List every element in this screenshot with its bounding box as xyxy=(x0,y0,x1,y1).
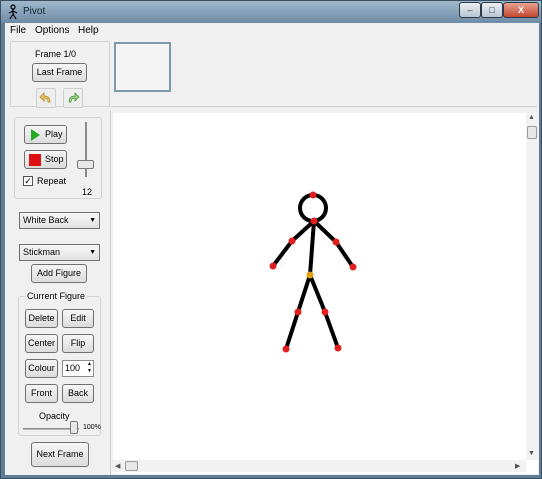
figure-head xyxy=(298,193,328,223)
current-figure-group: Current Figure Delete Edit Center Flip C… xyxy=(18,291,101,436)
frame-timeline xyxy=(111,41,537,107)
scroll-down-icon[interactable]: ▼ xyxy=(528,450,535,457)
figure-right-shin xyxy=(323,310,340,350)
add-figure-button[interactable]: Add Figure xyxy=(31,264,87,283)
drawing-canvas[interactable] xyxy=(113,113,511,439)
minimize-button[interactable]: – xyxy=(459,2,481,18)
menu-bar: File Options Help xyxy=(5,23,539,39)
figure-right-upper-arm xyxy=(312,219,338,244)
horizontal-scrollbar[interactable]: ◀ ▶ xyxy=(113,460,526,472)
joint-handle xyxy=(309,191,317,199)
next-frame-button[interactable]: Next Frame xyxy=(31,442,89,467)
delete-button[interactable]: Delete xyxy=(25,309,58,328)
canvas-area: ▲ ▼ ◀ ▶ xyxy=(113,113,538,474)
back-button[interactable]: Back xyxy=(62,384,94,403)
joint-handle xyxy=(310,217,318,225)
redo-arrow-icon xyxy=(68,92,80,103)
figure-type-select-value: Stickman xyxy=(23,247,61,257)
scroll-left-icon[interactable]: ◀ xyxy=(115,462,120,470)
stickman-figure[interactable] xyxy=(113,113,511,439)
size-value: 100 xyxy=(65,363,81,373)
figure-left-forearm xyxy=(271,239,294,268)
center-button[interactable]: Center xyxy=(25,334,58,353)
background-select-value: White Back xyxy=(23,215,69,225)
opacity-value: 100% xyxy=(83,424,101,431)
title-bar[interactable]: Pivot – □ X xyxy=(1,1,541,23)
play-icon xyxy=(31,129,40,141)
last-frame-button[interactable]: Last Frame xyxy=(32,63,87,82)
pivot-window: Pivot – □ X File Options Help Frame 1/0 … xyxy=(0,0,542,479)
figure-right-thigh xyxy=(308,273,327,314)
window-title: Pivot xyxy=(23,6,46,17)
frame-counter: Frame 1/0 xyxy=(35,49,77,59)
chevron-down-icon: ▼ xyxy=(89,217,96,224)
figure-body xyxy=(308,219,316,277)
stickman-app-icon xyxy=(8,4,18,20)
edit-button[interactable]: Edit xyxy=(62,309,94,328)
joint-handle xyxy=(269,262,277,270)
frame-panel: Frame 1/0 Last Frame xyxy=(10,41,110,108)
play-label: Play xyxy=(45,129,63,139)
spin-up-icon[interactable]: ▲ xyxy=(87,361,92,368)
stop-label: Stop xyxy=(45,154,64,164)
menu-options[interactable]: Options xyxy=(35,25,69,36)
stop-button[interactable]: Stop xyxy=(24,150,67,169)
menu-file[interactable]: File xyxy=(10,25,26,36)
figure-left-thigh xyxy=(296,273,312,314)
figure-left-shin xyxy=(284,310,300,351)
maximize-button[interactable]: □ xyxy=(481,2,503,18)
joint-handle xyxy=(334,344,342,352)
speed-slider-thumb[interactable] xyxy=(77,160,94,169)
joint-handle xyxy=(294,308,302,316)
vertical-scrollbar[interactable]: ▲ ▼ xyxy=(526,113,538,460)
undo-arrow-icon xyxy=(39,92,51,103)
colour-button[interactable]: Colour xyxy=(25,359,58,378)
speed-value: 12 xyxy=(82,187,93,197)
opacity-label: Opacity xyxy=(39,411,70,421)
scroll-right-icon[interactable]: ▶ xyxy=(515,462,520,470)
playback-group: Play Stop ✓ Repeat 12 xyxy=(14,117,102,199)
current-figure-title: Current Figure xyxy=(25,291,88,301)
panel-divider xyxy=(110,111,111,475)
figure-type-select[interactable]: Stickman ▼ xyxy=(19,244,100,261)
figure-left-upper-arm xyxy=(290,219,316,243)
origin-handle xyxy=(306,271,314,279)
undo-button[interactable] xyxy=(36,88,56,108)
joint-handle xyxy=(332,238,340,246)
chevron-down-icon: ▼ xyxy=(89,249,96,256)
spin-down-icon[interactable]: ▼ xyxy=(87,368,92,375)
play-button[interactable]: Play xyxy=(24,125,67,144)
scroll-up-icon[interactable]: ▲ xyxy=(528,114,535,121)
client-area: Frame 1/0 Last Frame Play Stop ✓ Repeat … xyxy=(5,39,539,475)
opacity-slider-thumb[interactable] xyxy=(70,421,78,434)
frame-thumbnail[interactable] xyxy=(114,42,171,92)
joint-handle xyxy=(321,308,329,316)
repeat-checkbox[interactable]: ✓ xyxy=(23,176,33,186)
redo-button[interactable] xyxy=(63,88,83,108)
joint-handle xyxy=(282,345,290,353)
menu-help[interactable]: Help xyxy=(78,25,99,36)
front-button[interactable]: Front xyxy=(25,384,58,403)
background-select[interactable]: White Back ▼ xyxy=(19,212,100,229)
vertical-scroll-thumb[interactable] xyxy=(527,126,537,139)
horizontal-scroll-thumb[interactable] xyxy=(125,461,138,471)
joint-handle xyxy=(288,237,296,245)
stop-icon xyxy=(29,154,41,166)
flip-button[interactable]: Flip xyxy=(62,334,94,353)
figure-right-forearm xyxy=(334,240,355,269)
size-spinner[interactable]: 100 ▲ ▼ xyxy=(62,360,94,377)
close-button[interactable]: X xyxy=(503,2,539,18)
joint-handle xyxy=(349,263,357,271)
repeat-label: Repeat xyxy=(37,176,67,186)
